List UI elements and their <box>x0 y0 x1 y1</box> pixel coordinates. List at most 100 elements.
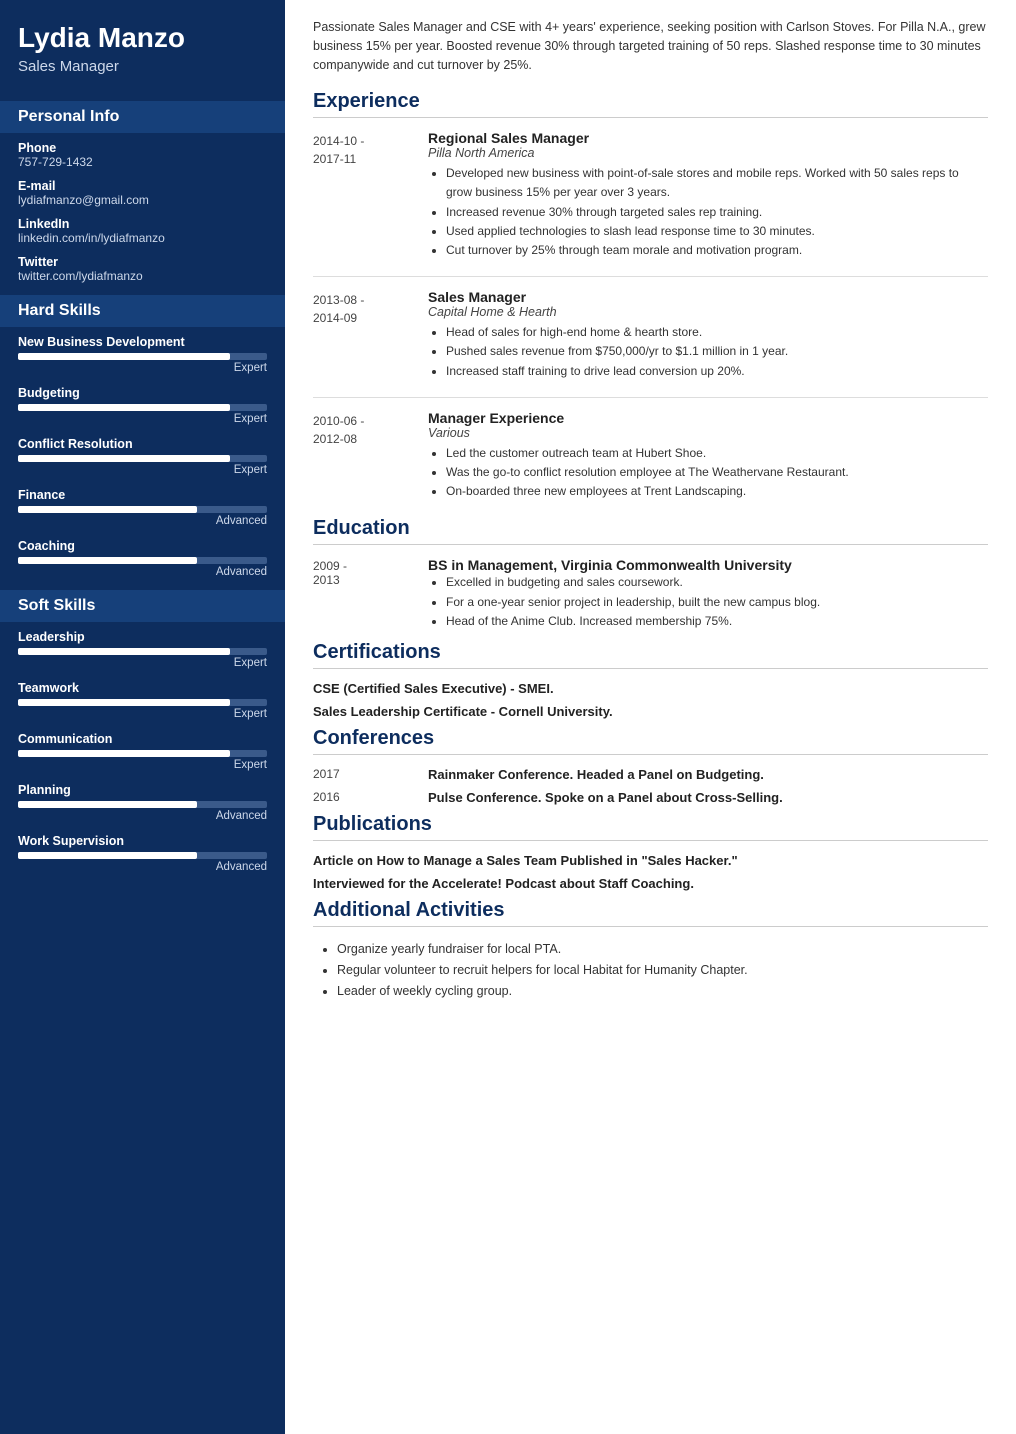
skill-name: Conflict Resolution <box>18 437 267 451</box>
personal-value: linkedin.com/in/lydiafmanzo <box>18 231 267 245</box>
skill-item: Communication Expert <box>18 732 267 771</box>
experience-section-title: Experience <box>313 90 988 118</box>
exp-job-title: Manager Experience <box>428 410 988 426</box>
personal-label: E-mail <box>18 179 267 193</box>
exp-job-title: Sales Manager <box>428 289 988 305</box>
skill-bar <box>18 353 267 360</box>
skill-bar <box>18 648 267 655</box>
conference-item: 2016 Pulse Conference. Spoke on a Panel … <box>313 790 988 805</box>
bullet: For a one-year senior project in leaders… <box>446 593 988 612</box>
experience-list: 2014-10 -2017-11 Regional Sales Manager … <box>313 130 988 501</box>
skill-bar-fill <box>18 750 230 757</box>
personal-label: LinkedIn <box>18 217 267 231</box>
personal-label: Phone <box>18 141 267 155</box>
skill-bar <box>18 699 267 706</box>
exp-job-title: Regional Sales Manager <box>428 130 988 146</box>
skill-item: Leadership Expert <box>18 630 267 669</box>
candidate-name: Lydia Manzo <box>18 22 267 54</box>
skill-item: Coaching Advanced <box>18 539 267 578</box>
experience-item: 2010-06 -2012-08 Manager Experience Vari… <box>313 410 988 502</box>
education-item: 2009 -2013 BS in Management, Virginia Co… <box>313 557 988 631</box>
personal-label: Twitter <box>18 255 267 269</box>
publications-section-title: Publications <box>313 813 988 841</box>
skill-bar-fill <box>18 455 230 462</box>
additional-list: Organize yearly fundraiser for local PTA… <box>313 939 988 1003</box>
skill-level: Expert <box>18 464 267 476</box>
bullet: Developed new business with point-of-sal… <box>446 164 988 202</box>
skill-bar-fill <box>18 648 230 655</box>
skill-item: Work Supervision Advanced <box>18 834 267 873</box>
personal-value: twitter.com/lydiafmanzo <box>18 269 267 283</box>
skill-name: Budgeting <box>18 386 267 400</box>
bullet: Increased revenue 30% through targeted s… <box>446 203 988 222</box>
bullet: Pushed sales revenue from $750,000/yr to… <box>446 342 988 361</box>
publications-list: Article on How to Manage a Sales Team Pu… <box>313 853 988 891</box>
skill-name: Coaching <box>18 539 267 553</box>
certification-item: Sales Leadership Certificate - Cornell U… <box>313 704 988 719</box>
education-section-title: Education <box>313 517 988 545</box>
bullet: Excelled in budgeting and sales coursewo… <box>446 573 988 592</box>
skill-bar <box>18 404 267 411</box>
skill-bar-fill <box>18 801 197 808</box>
conf-year: 2017 <box>313 767 428 782</box>
personal-info-header: Personal Info <box>0 101 285 133</box>
activity-item: Organize yearly fundraiser for local PTA… <box>337 939 988 960</box>
skill-level: Expert <box>18 759 267 771</box>
main-content: Passionate Sales Manager and CSE with 4+… <box>285 0 1016 1434</box>
personal-value: 757-729-1432 <box>18 155 267 169</box>
resume-wrapper: Lydia Manzo Sales Manager Personal Info … <box>0 0 1016 1434</box>
skill-item: Finance Advanced <box>18 488 267 527</box>
conference-item: 2017 Rainmaker Conference. Headed a Pane… <box>313 767 988 782</box>
skill-name: Leadership <box>18 630 267 644</box>
skill-item: Planning Advanced <box>18 783 267 822</box>
skill-bar <box>18 801 267 808</box>
publication-item: Interviewed for the Accelerate! Podcast … <box>313 876 988 891</box>
certification-item: CSE (Certified Sales Executive) - SMEI. <box>313 681 988 696</box>
certifications-section-title: Certifications <box>313 641 988 669</box>
personal-value: lydiafmanzo@gmail.com <box>18 193 267 207</box>
soft-skills-content: Leadership Expert Teamwork Expert Commun… <box>0 630 285 873</box>
exp-details: Sales Manager Capital Home & Hearth Head… <box>428 289 988 381</box>
personal-item: E-maillydiafmanzo@gmail.com <box>18 179 267 207</box>
skill-bar-fill <box>18 506 197 513</box>
bullet: Head of the Anime Club. Increased member… <box>446 612 988 631</box>
exp-details: Manager Experience Various Led the custo… <box>428 410 988 502</box>
skill-bar-fill <box>18 699 230 706</box>
experience-item: 2014-10 -2017-11 Regional Sales Manager … <box>313 130 988 260</box>
conf-detail: Pulse Conference. Spoke on a Panel about… <box>428 790 988 805</box>
skill-bar <box>18 455 267 462</box>
bullet: On-boarded three new employees at Trent … <box>446 482 988 501</box>
skill-level: Expert <box>18 657 267 669</box>
bullet: Used applied technologies to slash lead … <box>446 222 988 241</box>
edu-degree: BS in Management, Virginia Commonwealth … <box>428 557 988 573</box>
skill-bar <box>18 852 267 859</box>
bullet: Cut turnover by 25% through team morale … <box>446 241 988 260</box>
experience-item: 2013-08 -2014-09 Sales Manager Capital H… <box>313 289 988 381</box>
skill-name: Work Supervision <box>18 834 267 848</box>
exp-company: Various <box>428 426 988 440</box>
summary: Passionate Sales Manager and CSE with 4+… <box>313 18 988 74</box>
conferences-section-title: Conferences <box>313 727 988 755</box>
skill-name: Planning <box>18 783 267 797</box>
personal-item: Phone757-729-1432 <box>18 141 267 169</box>
skill-level: Expert <box>18 413 267 425</box>
skill-item: Conflict Resolution Expert <box>18 437 267 476</box>
skill-name: Finance <box>18 488 267 502</box>
skill-name: Communication <box>18 732 267 746</box>
personal-item: Twittertwitter.com/lydiafmanzo <box>18 255 267 283</box>
exp-dates: 2013-08 -2014-09 <box>313 289 428 381</box>
skill-bar-fill <box>18 404 230 411</box>
bullet: Increased staff training to drive lead c… <box>446 362 988 381</box>
candidate-title: Sales Manager <box>18 58 267 75</box>
skill-bar <box>18 750 267 757</box>
skill-bar-fill <box>18 557 197 564</box>
soft-skills-header: Soft Skills <box>0 590 285 622</box>
skill-level: Advanced <box>18 861 267 873</box>
edu-details: BS in Management, Virginia Commonwealth … <box>428 557 988 631</box>
exp-bullets: Developed new business with point-of-sal… <box>428 164 988 260</box>
skill-item: Teamwork Expert <box>18 681 267 720</box>
education-list: 2009 -2013 BS in Management, Virginia Co… <box>313 557 988 631</box>
additional-section-title: Additional Activities <box>313 899 988 927</box>
personal-item: LinkedInlinkedin.com/in/lydiafmanzo <box>18 217 267 245</box>
skill-level: Advanced <box>18 810 267 822</box>
